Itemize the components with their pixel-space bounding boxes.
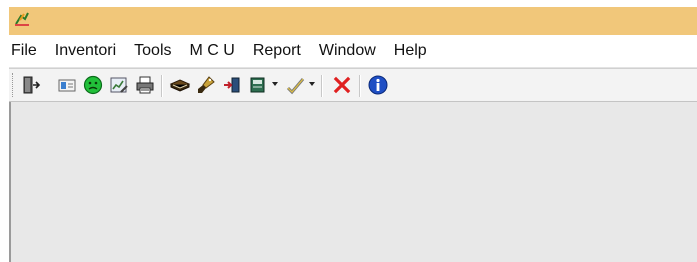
close-button[interactable] bbox=[331, 74, 353, 96]
menu-mcu[interactable]: M C U bbox=[181, 35, 244, 67]
smiley-button[interactable] bbox=[82, 74, 104, 96]
notebook-button[interactable] bbox=[247, 74, 269, 96]
title-bar[interactable] bbox=[9, 7, 697, 35]
exit-button[interactable] bbox=[20, 74, 42, 96]
notebook-icon bbox=[250, 77, 265, 93]
app-logo-icon bbox=[15, 12, 29, 26]
toolbar-separator bbox=[359, 75, 361, 97]
close-x-icon bbox=[333, 76, 351, 94]
info-icon bbox=[368, 75, 388, 95]
info-button[interactable] bbox=[367, 74, 389, 96]
print-button[interactable] bbox=[134, 74, 156, 96]
checklist-icon bbox=[286, 78, 305, 95]
brush-button[interactable] bbox=[195, 74, 217, 96]
printer-icon bbox=[136, 76, 154, 94]
login-button[interactable] bbox=[221, 74, 243, 96]
green-smiley-icon bbox=[83, 75, 103, 95]
checklist-dropdown-arrow[interactable] bbox=[309, 82, 315, 86]
toolbar-separator bbox=[321, 75, 323, 97]
chart-edit-button[interactable] bbox=[108, 74, 130, 96]
toolbar bbox=[9, 68, 697, 102]
menu-tools[interactable]: Tools bbox=[125, 35, 180, 67]
book-icon bbox=[169, 79, 191, 92]
card-icon bbox=[58, 79, 76, 92]
notebook-dropdown-arrow[interactable] bbox=[272, 82, 278, 86]
card-button[interactable] bbox=[56, 74, 78, 96]
menu-file[interactable]: File bbox=[9, 35, 46, 67]
exit-door-icon bbox=[23, 76, 41, 94]
checklist-button[interactable] bbox=[284, 74, 306, 96]
book-button[interactable] bbox=[169, 74, 191, 96]
menu-help[interactable]: Help bbox=[385, 35, 436, 67]
menu-window[interactable]: Window bbox=[310, 35, 385, 67]
brush-icon bbox=[198, 76, 215, 93]
menu-inventori[interactable]: Inventori bbox=[46, 35, 125, 67]
chart-edit-icon bbox=[110, 77, 128, 93]
mdi-client-area[interactable] bbox=[9, 102, 697, 262]
app-window: File Inventori Tools M C U Report Window… bbox=[9, 7, 697, 262]
toolbar-separator bbox=[161, 75, 163, 97]
menu-bar: File Inventori Tools M C U Report Window… bbox=[9, 35, 697, 67]
menu-report[interactable]: Report bbox=[244, 35, 310, 67]
toolbar-grip[interactable] bbox=[12, 73, 16, 97]
login-icon bbox=[224, 77, 240, 93]
